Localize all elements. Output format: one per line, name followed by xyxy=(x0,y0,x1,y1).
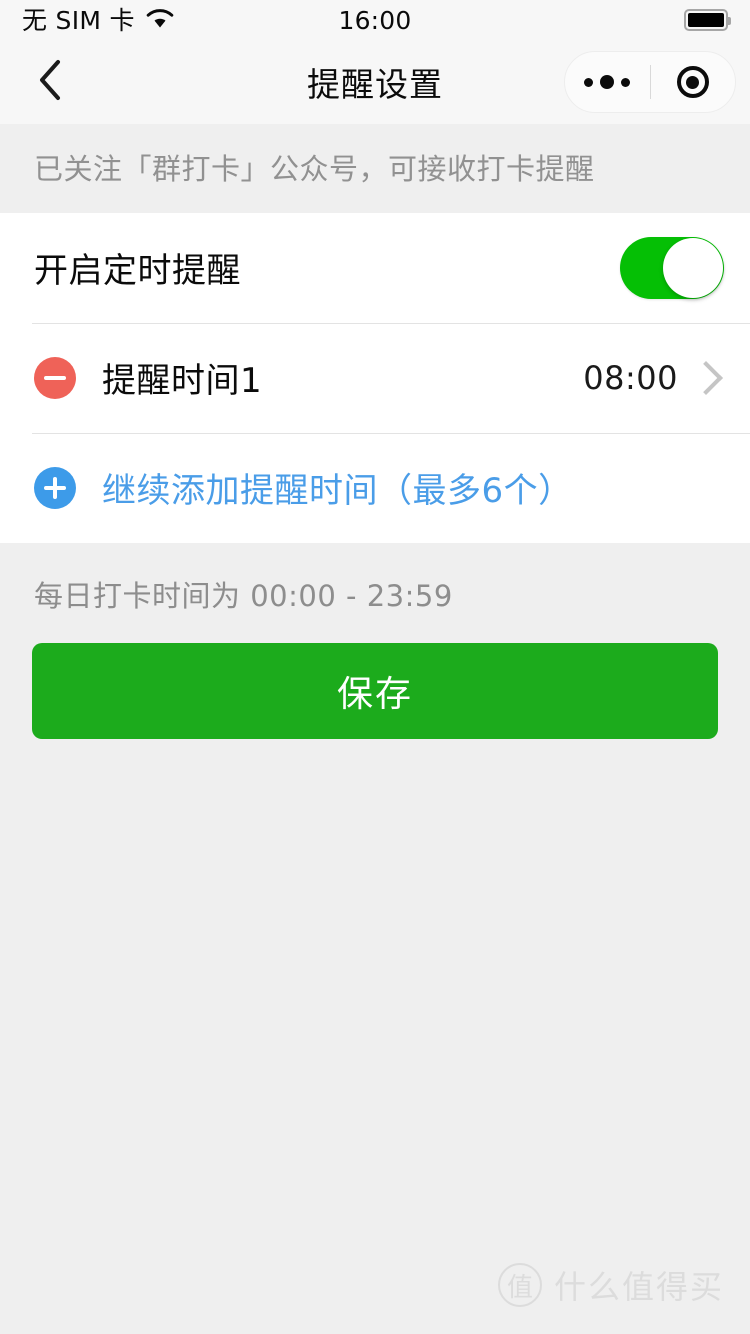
navigation-bar: 提醒设置 xyxy=(0,40,750,124)
plus-circle-icon[interactable] xyxy=(34,466,76,509)
add-reminder-label: 继续添加提醒时间（最多6个） xyxy=(102,471,573,512)
watermark: 值 什么值得买 xyxy=(497,1262,724,1308)
more-button[interactable] xyxy=(565,52,650,112)
save-button[interactable]: 保存 xyxy=(32,642,718,739)
chevron-right-icon xyxy=(689,360,723,395)
app-screen: 无 SIM 卡 16:00 提醒设置 已关注「群打卡」公众号，可接收打卡提醒 开… xyxy=(0,0,750,1334)
status-bar: 无 SIM 卡 16:00 xyxy=(0,0,750,40)
save-button-wrapper: 保存 xyxy=(0,615,750,739)
reminder-time-value: 08:00 xyxy=(583,358,678,397)
target-circle-icon xyxy=(676,66,709,98)
close-miniprogram-button[interactable] xyxy=(651,52,736,112)
more-dots-icon xyxy=(584,75,631,89)
settings-list: 开启定时提醒 提醒时间1 08:00 继续添加提醒时间（最多6个） xyxy=(0,212,750,543)
wechat-capsule xyxy=(564,51,736,113)
wifi-icon xyxy=(145,6,175,35)
watermark-logo-icon: 值 xyxy=(497,1263,542,1307)
reminder-time-row[interactable]: 提醒时间1 08:00 xyxy=(0,322,750,433)
notice-banner: 已关注「群打卡」公众号，可接收打卡提醒 xyxy=(0,124,750,213)
battery-full-icon xyxy=(684,9,731,31)
minus-circle-icon[interactable] xyxy=(34,356,76,399)
carrier-label: 无 SIM 卡 xyxy=(22,5,135,35)
status-bar-left: 无 SIM 卡 xyxy=(22,6,175,35)
enable-reminder-row[interactable]: 开启定时提醒 xyxy=(0,212,750,323)
enable-reminder-label: 开启定时提醒 xyxy=(34,251,241,292)
reminder-time-label: 提醒时间1 xyxy=(102,361,263,402)
enable-reminder-toggle[interactable] xyxy=(620,236,724,299)
watermark-text: 什么值得买 xyxy=(553,1268,724,1306)
status-bar-right xyxy=(684,9,731,31)
add-reminder-row[interactable]: 继续添加提醒时间（最多6个） xyxy=(0,432,750,543)
daily-range-note: 每日打卡时间为 00:00 - 23:59 xyxy=(34,578,453,613)
toggle-knob xyxy=(663,237,723,298)
